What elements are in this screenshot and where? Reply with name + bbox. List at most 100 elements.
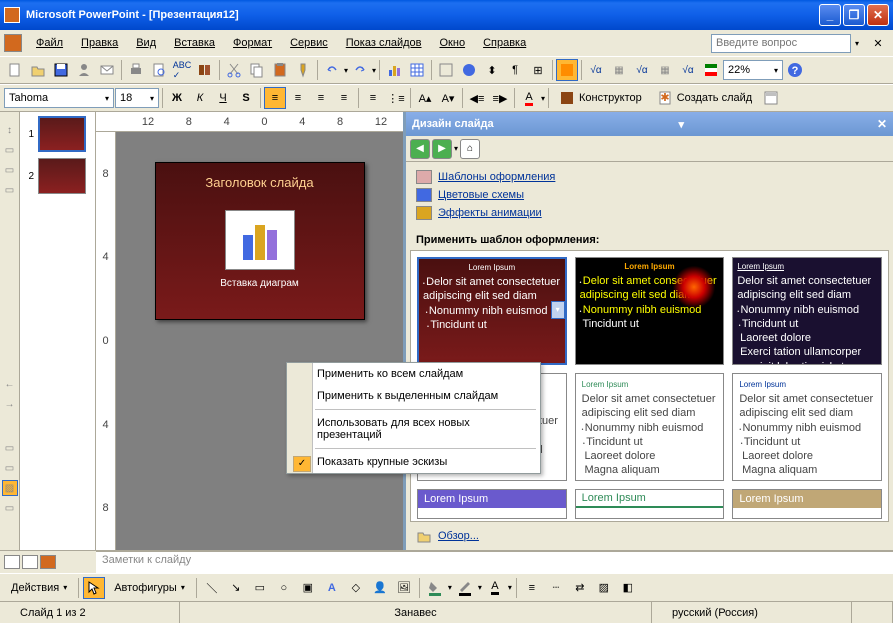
design-template[interactable]: Lorem Ipsum xyxy=(417,489,567,519)
increase-font-button[interactable]: A▴ xyxy=(414,87,436,109)
slideshow-view-button[interactable] xyxy=(40,555,56,569)
line-style-tool[interactable]: ≡ xyxy=(521,577,543,599)
formula5-button[interactable]: √α xyxy=(677,59,699,81)
wordart-tool[interactable]: A xyxy=(321,577,343,599)
design-template[interactable]: Lorem Ipsum • Delor sit amet consectetue… xyxy=(575,257,725,365)
align-left-button[interactable]: ≡ xyxy=(264,87,286,109)
font-color-tool[interactable]: A xyxy=(484,577,506,599)
dash-style-tool[interactable]: ┈ xyxy=(545,577,567,599)
link-templates[interactable]: Шаблоны оформления xyxy=(416,168,883,186)
help-search-input[interactable] xyxy=(711,34,851,53)
line-color-dropdown-icon[interactable]: ▾ xyxy=(478,583,482,592)
menu-slideshow[interactable]: Показ слайдов xyxy=(338,34,430,52)
formula4-button[interactable]: ▦ xyxy=(654,59,676,81)
bullets-button[interactable]: ⋮≡ xyxy=(385,87,407,109)
menu-file[interactable]: Файл xyxy=(28,34,71,52)
arrow-tool[interactable]: ↘ xyxy=(225,577,247,599)
redo-dropdown-icon[interactable]: ▾ xyxy=(372,66,376,75)
help-dropdown-icon[interactable]: ▾ xyxy=(855,39,859,48)
menu-format[interactable]: Формат xyxy=(225,34,280,52)
ctx-apply-selected[interactable]: Применить к выделенным слайдам xyxy=(287,385,540,407)
save-button[interactable] xyxy=(50,59,72,81)
actions-dropdown[interactable]: Действия▾ xyxy=(4,577,74,599)
show-formatting-button[interactable]: ¶ xyxy=(504,59,526,81)
email-button[interactable] xyxy=(96,59,118,81)
menu-window[interactable]: Окно xyxy=(432,34,474,52)
insert-table-button[interactable] xyxy=(406,59,428,81)
tables-borders-button[interactable] xyxy=(435,59,457,81)
zoom-dropdown[interactable]: 22%▾ xyxy=(723,60,783,80)
sorter-view-button[interactable] xyxy=(22,555,38,569)
rail-btn-4[interactable]: ← xyxy=(2,376,18,392)
menu-view[interactable]: Вид xyxy=(128,34,164,52)
nav-back-button[interactable]: ◀ xyxy=(410,139,430,159)
grid-button[interactable]: ⊞ xyxy=(527,59,549,81)
maximize-button[interactable]: ❐ xyxy=(843,4,865,26)
rectangle-tool[interactable]: ▭ xyxy=(249,577,271,599)
copy-button[interactable] xyxy=(246,59,268,81)
flag-button[interactable] xyxy=(700,59,722,81)
design-template[interactable]: Lorem Ipsum Delor sit amet consectetuer … xyxy=(732,373,882,481)
font-color-button[interactable]: A xyxy=(518,87,540,109)
design-template[interactable]: Lorem Ipsum xyxy=(732,489,882,519)
autoshapes-dropdown[interactable]: Автофигуры▾ xyxy=(107,577,192,599)
font-size-dropdown[interactable]: 18▾ xyxy=(115,88,159,108)
italic-button[interactable]: К xyxy=(189,87,211,109)
font-color-dropdown-icon[interactable]: ▾ xyxy=(541,94,545,103)
help-button[interactable]: ? xyxy=(784,59,806,81)
line-color-tool[interactable] xyxy=(454,577,476,599)
new-slide-button[interactable]: ✱Создать слайд xyxy=(650,87,759,109)
layout-button[interactable] xyxy=(760,87,782,109)
menu-tools[interactable]: Сервис xyxy=(282,34,336,52)
design-template[interactable]: Lorem Ipsum Delor sit amet consectetuer … xyxy=(575,373,725,481)
textbox-tool[interactable]: ▣ xyxy=(297,577,319,599)
slide-canvas[interactable]: Заголовок слайда Вставка диаграм Примени… xyxy=(116,132,403,550)
select-tool[interactable] xyxy=(83,577,105,599)
format-painter-button[interactable] xyxy=(292,59,314,81)
undo-dropdown-icon[interactable]: ▾ xyxy=(344,66,348,75)
clipart-tool[interactable]: 👤 xyxy=(369,577,391,599)
line-tool[interactable]: ＼ xyxy=(201,577,223,599)
thumbnail-1[interactable] xyxy=(38,116,86,152)
formula2-button[interactable]: ▦ xyxy=(608,59,630,81)
oval-tool[interactable]: ○ xyxy=(273,577,295,599)
rail-btn-8[interactable]: ▭ xyxy=(2,500,18,516)
rail-btn-2[interactable]: ▭ xyxy=(2,162,18,178)
formula1-button[interactable]: √α xyxy=(585,59,607,81)
rail-btn-3[interactable]: ▭ xyxy=(2,182,18,198)
hyperlink-button[interactable] xyxy=(458,59,480,81)
status-language[interactable]: русский (Россия) xyxy=(652,602,852,623)
thumbnail-2[interactable] xyxy=(38,158,86,194)
minimize-button[interactable]: _ xyxy=(819,4,841,26)
shadow-style-tool[interactable]: ▨ xyxy=(593,577,615,599)
align-right-button[interactable]: ≡ xyxy=(310,87,332,109)
new-button[interactable] xyxy=(4,59,26,81)
text-shadow-button[interactable]: S xyxy=(235,87,257,109)
fill-color-tool[interactable] xyxy=(424,577,446,599)
ctx-use-new[interactable]: Использовать для всех новых презентаций xyxy=(287,412,540,446)
font-color-dropdown-icon[interactable]: ▾ xyxy=(508,583,512,592)
spelling-button[interactable]: ABC✓ xyxy=(171,59,193,81)
rail-btn-7[interactable]: ▭ xyxy=(2,460,18,476)
task-pane-dropdown-icon[interactable]: ▾ xyxy=(679,118,685,131)
paste-button[interactable] xyxy=(269,59,291,81)
align-justify-button[interactable]: ≡ xyxy=(333,87,355,109)
doc-close-button[interactable]: ✕ xyxy=(867,32,889,54)
permission-button[interactable] xyxy=(73,59,95,81)
nav-forward-button[interactable]: ▶ xyxy=(432,139,452,159)
design-template[interactable]: Lorem Ipsum Delor sit amet consectetuer … xyxy=(732,257,882,365)
browse-link[interactable]: Обзор... xyxy=(438,530,479,542)
link-colors[interactable]: Цветовые схемы xyxy=(416,186,883,204)
nav-dropdown-icon[interactable]: ▾ xyxy=(454,144,458,153)
link-effects[interactable]: Эффекты анимации xyxy=(416,204,883,222)
font-dropdown[interactable]: Tahoma▾ xyxy=(4,88,114,108)
rail-btn-6[interactable]: ▭ xyxy=(2,440,18,456)
chart-placeholder[interactable] xyxy=(225,210,295,270)
menu-insert[interactable]: Вставка xyxy=(166,34,223,52)
rail-btn-active[interactable]: ▨ xyxy=(2,480,18,496)
increase-indent-button[interactable]: ≡▶ xyxy=(489,87,511,109)
menu-help[interactable]: Справка xyxy=(475,34,534,52)
cut-button[interactable] xyxy=(223,59,245,81)
notes-pane[interactable]: Заметки к слайду xyxy=(96,551,893,573)
rail-btn-5[interactable]: → xyxy=(2,396,18,412)
